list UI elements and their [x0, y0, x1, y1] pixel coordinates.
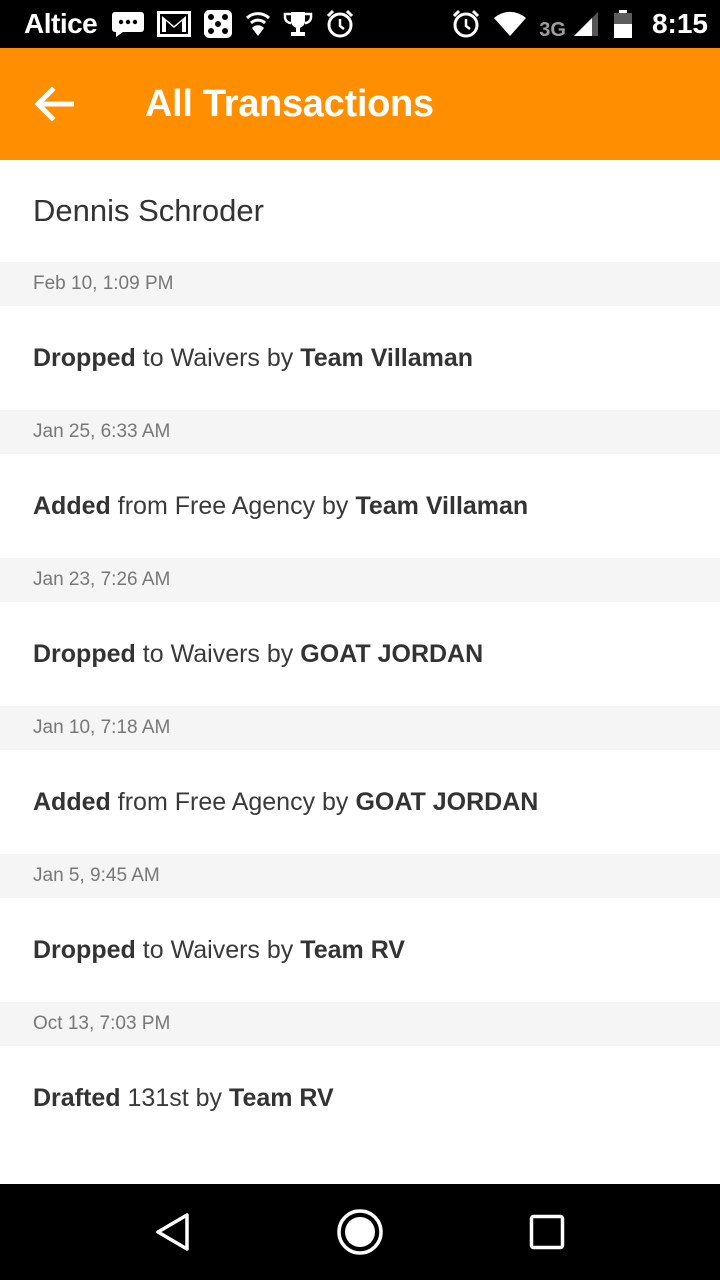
alarm-icon: [325, 7, 355, 41]
back-triangle-icon: [156, 1213, 190, 1251]
player-header: Dennis Schroder: [0, 160, 720, 262]
transaction-detail: 131st by: [127, 1083, 223, 1112]
gmail-icon: [157, 7, 192, 41]
transaction-detail: to Waivers by: [142, 935, 294, 964]
transaction-action: Dropped: [33, 639, 136, 668]
transaction-detail: from Free Agency by: [117, 491, 349, 520]
transaction-row[interactable]: Added from Free Agency by Team Villaman: [0, 454, 720, 558]
player-name: Dennis Schroder: [33, 193, 264, 228]
wifi-icon: [493, 7, 527, 41]
clock: 8:15: [651, 8, 708, 39]
chat-icon: [111, 7, 145, 41]
transaction-team: Team Villaman: [300, 343, 474, 372]
transaction-date: Jan 10, 7:18 AM: [0, 706, 720, 750]
nav-back-button[interactable]: [133, 1192, 213, 1272]
nav-home-button[interactable]: [320, 1192, 400, 1272]
transaction-date: Jan 25, 6:33 AM: [0, 410, 720, 454]
transaction-team: Team Villaman: [355, 491, 529, 520]
transaction-date: Oct 13, 7:03 PM: [0, 1002, 720, 1046]
page-title: All Transactions: [145, 82, 434, 125]
status-bar: Altice 3G 8:15: [0, 0, 720, 48]
transaction-detail: from Free Agency by: [117, 787, 349, 816]
transaction-team: Team RV: [229, 1083, 334, 1112]
transaction-row[interactable]: Dropped to Waivers by Team Villaman: [0, 306, 720, 410]
carrier-label: Altice: [24, 8, 98, 39]
transaction-date: Jan 5, 9:45 AM: [0, 854, 720, 898]
vpn-shield-icon: [245, 7, 271, 41]
transaction-date: Jan 23, 7:26 AM: [0, 558, 720, 602]
transaction-action: Added: [33, 787, 111, 816]
transaction-detail: to Waivers by: [142, 343, 294, 372]
network-type-label: 3G: [539, 18, 566, 41]
recents-square-icon: [529, 1214, 564, 1250]
transaction-team: Team RV: [300, 935, 405, 964]
alarm-icon: [451, 7, 481, 41]
status-right: 3G 8:15: [451, 7, 708, 42]
dice-icon: [203, 7, 233, 41]
system-nav-bar: [0, 1184, 720, 1280]
transaction-detail: to Waivers by: [142, 639, 294, 668]
transaction-action: Drafted: [33, 1083, 121, 1112]
transaction-team: GOAT JORDAN: [355, 787, 539, 816]
transaction-date: Feb 10, 1:09 PM: [0, 262, 720, 306]
transaction-action: Dropped: [33, 935, 136, 964]
battery-icon: [612, 7, 634, 41]
transactions-content: Dennis Schroder Feb 10, 1:09 PM Dropped …: [0, 160, 720, 1184]
transaction-row[interactable]: Drafted 131st by Team RV: [0, 1046, 720, 1150]
back-button[interactable]: [18, 68, 90, 140]
status-left: Altice: [24, 7, 355, 41]
transaction-row[interactable]: Dropped to Waivers by GOAT JORDAN: [0, 602, 720, 706]
arrow-back-icon: [34, 86, 74, 122]
transaction-action: Added: [33, 491, 111, 520]
cell-signal-icon: [570, 7, 600, 41]
app-bar: All Transactions: [0, 48, 720, 160]
home-circle-icon: [337, 1209, 383, 1255]
trophy-icon: [283, 7, 313, 41]
transaction-action: Dropped: [33, 343, 136, 372]
nav-recents-button[interactable]: [507, 1192, 587, 1272]
transaction-row[interactable]: Added from Free Agency by GOAT JORDAN: [0, 750, 720, 854]
transaction-row[interactable]: Dropped to Waivers by Team RV: [0, 898, 720, 1002]
transaction-team: GOAT JORDAN: [300, 639, 484, 668]
